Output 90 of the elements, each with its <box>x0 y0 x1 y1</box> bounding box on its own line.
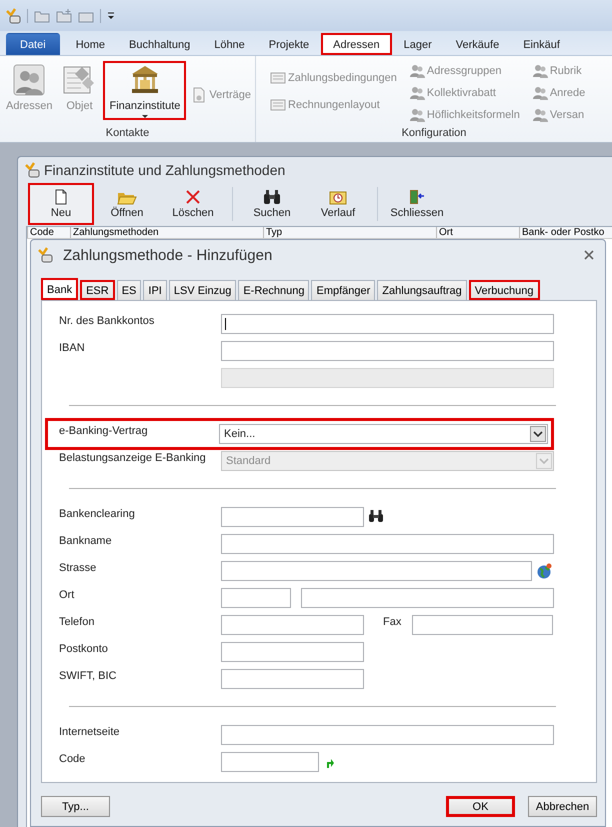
column-header[interactable]: Code <box>27 227 70 238</box>
field-label: Bankname <box>59 535 112 547</box>
arrow-icon[interactable] <box>325 757 335 769</box>
new-document-icon <box>54 189 68 205</box>
ribbon-tab[interactable]: Home <box>64 33 118 55</box>
people-icon <box>12 63 46 97</box>
field-label: Internetseite <box>59 726 120 738</box>
input-field[interactable] <box>221 561 532 581</box>
folder-icon[interactable] <box>56 8 72 22</box>
tab[interactable]: Zahlungsauftrag <box>377 280 467 300</box>
input-field[interactable] <box>221 314 554 334</box>
people-icon <box>408 85 425 101</box>
document-icon <box>191 87 208 103</box>
input-field[interactable] <box>221 507 364 527</box>
window-title: Finanzinstitute und Zahlungsmethoden <box>44 162 286 178</box>
toolbar-button[interactable]: Neu <box>28 183 94 225</box>
close-icon[interactable] <box>583 249 595 261</box>
dialog-title: Zahlungsmethode - Hinzufügen <box>63 246 274 264</box>
window-logo-icon <box>24 162 40 178</box>
tab[interactable]: LSV Einzug <box>168 280 236 300</box>
toolbar-button[interactable]: Löschen <box>160 183 226 225</box>
tab[interactable]: Verbuchung <box>468 280 540 300</box>
exit-door-icon <box>408 189 426 205</box>
field-label: Code <box>59 753 86 765</box>
tab[interactable]: IPI <box>143 280 167 300</box>
ribbon-tab[interactable]: Einkäuf <box>511 33 572 55</box>
input-field[interactable] <box>412 615 553 635</box>
people-icon <box>532 107 548 123</box>
people-icon <box>532 63 548 79</box>
tab[interactable]: Bank <box>41 278 78 300</box>
binoculars-icon[interactable] <box>368 509 384 523</box>
people-icon <box>532 85 548 101</box>
dialog-button[interactable]: Typ... <box>41 796 110 817</box>
tab[interactable]: Empfänger <box>311 280 376 300</box>
input-field[interactable] <box>221 752 319 772</box>
field-label: Bankenclearing <box>59 508 135 520</box>
ribbon-tab[interactable]: Projekte <box>256 33 322 55</box>
input-field[interactable] <box>221 642 364 662</box>
input-field[interactable] <box>221 534 554 554</box>
field-label: Postkonto <box>59 643 108 655</box>
app-logo-icon[interactable] <box>5 8 21 24</box>
column-header[interactable]: Bank- oder Postko <box>519 227 612 238</box>
dialog-logo-icon <box>37 247 53 263</box>
ribbon-tab[interactable]: Löhne <box>202 33 257 55</box>
field-label: Nr. des Bankkontos <box>59 315 154 327</box>
delete-icon <box>185 189 201 205</box>
input-field[interactable] <box>301 588 554 608</box>
clock-folder-icon <box>329 189 347 205</box>
field-label: Strasse <box>59 562 96 574</box>
ribbon-tab[interactable]: Lager <box>392 33 444 55</box>
ribbon-group-label: Kontakte <box>104 127 150 141</box>
ribbon-tab[interactable]: Adressen <box>321 33 392 55</box>
file-menu-tab[interactable]: Datei <box>6 33 60 55</box>
tab[interactable]: E-Rechnung <box>238 280 310 300</box>
field-label: IBAN <box>59 342 85 354</box>
tab[interactable]: ESR <box>80 280 115 300</box>
tab[interactable]: ES <box>116 280 142 300</box>
toolbar-button[interactable]: Schliessen <box>384 183 450 225</box>
toolbar-button[interactable]: Verlauf <box>305 183 371 225</box>
list-icon <box>270 70 286 86</box>
input-field[interactable] <box>221 669 364 689</box>
input-field[interactable] <box>221 588 291 608</box>
column-header[interactable]: Ort <box>436 227 519 238</box>
field-label: Fax <box>382 615 402 628</box>
ribbon-group-label: Konfiguration <box>400 127 468 141</box>
ribbon-tab[interactable]: Verkäufe <box>444 33 512 55</box>
field-label: Belastungsanzeige E-Banking <box>59 452 206 464</box>
toolbar-button[interactable]: Suchen <box>239 183 305 225</box>
column-header[interactable]: Zahlungsmethoden <box>70 227 263 238</box>
people-icon <box>408 63 425 79</box>
ribbon-tab[interactable]: Buchhaltung <box>117 33 202 55</box>
field-label: e-Banking-Vertrag <box>59 425 148 437</box>
field-label: Telefon <box>59 616 94 628</box>
input-field[interactable] <box>221 341 554 361</box>
dialog-button[interactable]: Abbrechen <box>528 796 597 817</box>
input-field[interactable] <box>221 725 554 745</box>
dropdown-field[interactable]: Kein... <box>219 424 548 444</box>
list-icon <box>270 96 286 112</box>
ribbon-button[interactable]: Finanzinstitute <box>103 61 186 120</box>
binoculars-icon <box>263 189 281 205</box>
dialog-button[interactable]: OK <box>446 796 515 817</box>
field-label: SWIFT, BIC <box>59 670 116 682</box>
globe-icon[interactable] <box>536 563 552 579</box>
customize-menu-icon[interactable] <box>107 10 115 20</box>
column-header[interactable]: Typ <box>263 227 436 238</box>
folder-icon[interactable] <box>34 8 50 22</box>
input-field[interactable] <box>221 615 364 635</box>
people-icon <box>408 107 425 123</box>
field-label: Ort <box>59 589 74 601</box>
toolbar-button[interactable]: Öffnen <box>94 183 160 225</box>
